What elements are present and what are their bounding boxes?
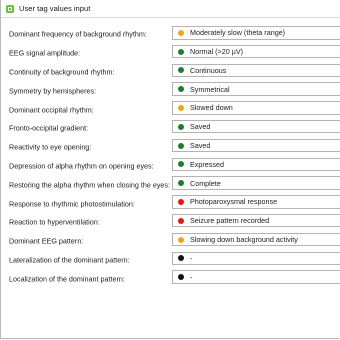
- field-label: Depression of alpha rhythm on opening ey…: [9, 161, 154, 171]
- app-icon: [6, 4, 14, 13]
- field-label: Reaction to hyperventilation:: [9, 217, 100, 227]
- status-dot-icon: [178, 274, 184, 281]
- status-dot-icon: [178, 104, 184, 111]
- value-selector[interactable]: Symmetrical: [172, 82, 340, 96]
- status-dot-icon: [178, 48, 184, 55]
- window-title: User tag values input: [19, 4, 91, 13]
- value-selector[interactable]: Continuous: [172, 63, 340, 78]
- field-label: Localization of the dominant pattern:: [9, 274, 125, 284]
- field-label: Symmetry by hemispheres:: [9, 86, 97, 96]
- status-dot-icon: [178, 217, 184, 224]
- field-label: Lateralization of the dominant pattern:: [9, 255, 130, 265]
- status-dot-icon: [178, 236, 184, 243]
- status-dot-icon: [178, 142, 184, 149]
- field-value: -: [190, 253, 193, 263]
- status-dot-icon: [178, 255, 184, 262]
- field-label: EEG signal amplitude:: [9, 48, 81, 58]
- field-value: Slowing down background activity: [190, 235, 298, 245]
- field-row: Continuity of background rhythm: Continuo…: [1, 63, 340, 82]
- status-dot-icon: [178, 67, 184, 74]
- field-value: Moderately slow (theta range): [190, 28, 286, 38]
- field-row: Restoring the alpha rhythm when closing …: [1, 175, 340, 194]
- status-dot-icon: [178, 29, 184, 36]
- field-row: Dominant occipital rhythm: Slowed down: [1, 100, 340, 119]
- field-label: Dominant occipital rhythm:: [9, 105, 94, 115]
- field-value: Complete: [190, 178, 221, 188]
- field-row: Symmetry by hemispheres: Symmetrical: [1, 81, 340, 100]
- field-label: Fronto-occipital gradient:: [9, 123, 89, 133]
- value-selector[interactable]: Expressed: [172, 157, 340, 172]
- field-value: Symmetrical: [190, 84, 230, 94]
- field-label: Continuity of background rhythm:: [9, 67, 115, 77]
- status-dot-icon: [178, 198, 184, 205]
- field-label: Reactivity to eye opening:: [9, 142, 92, 152]
- field-value: Seizure pattern recorded: [190, 216, 270, 226]
- field-label: Restoring the alpha rhythm when closing …: [9, 180, 171, 190]
- field-row: Localization of the dominant pattern: -: [1, 269, 340, 288]
- status-dot-icon: [178, 123, 184, 130]
- field-row: Fronto-occipital gradient: Saved: [1, 119, 340, 138]
- field-row: Response to rhythmic photostimulation: Ph…: [1, 194, 340, 213]
- value-selector[interactable]: Seizure pattern recorded: [172, 213, 340, 228]
- title-bar: User tag values input: [1, 0, 340, 18]
- value-selector[interactable]: Moderately slow (theta range): [172, 26, 340, 40]
- field-value: Normal (>20 µV): [190, 47, 244, 57]
- field-list: Dominant frequency of background rhythm:…: [1, 25, 340, 288]
- value-selector[interactable]: -: [172, 251, 340, 266]
- field-value: Saved: [190, 141, 211, 151]
- field-value: -: [190, 272, 193, 282]
- field-row: Dominant EEG pattern: Slowing down backgr…: [1, 232, 340, 251]
- field-label: Response to rhythmic photostimulation:: [9, 199, 135, 209]
- field-row: Reactivity to eye opening: Saved: [1, 138, 340, 157]
- field-row: Lateralization of the dominant pattern: -: [1, 251, 340, 270]
- field-row: Dominant frequency of background rhythm:…: [1, 25, 340, 44]
- field-value: Expressed: [190, 159, 224, 169]
- field-value: Continuous: [190, 65, 227, 75]
- status-dot-icon: [178, 161, 184, 168]
- field-value: Slowed down: [190, 103, 233, 113]
- dialog-window: User tag values input Dominant frequency…: [0, 0, 340, 339]
- field-value: Saved: [190, 122, 211, 132]
- field-row: Reaction to hyperventilation: Seizure pat…: [1, 213, 340, 232]
- value-selector[interactable]: Normal (>20 µV): [172, 44, 340, 59]
- status-dot-icon: [178, 86, 184, 93]
- value-selector[interactable]: Complete: [172, 176, 340, 190]
- value-selector[interactable]: Saved: [172, 138, 340, 153]
- value-selector[interactable]: Slowing down background activity: [172, 232, 340, 247]
- value-selector[interactable]: Saved: [172, 119, 340, 134]
- field-row: EEG signal amplitude: Normal (>20 µV): [1, 44, 340, 63]
- value-selector[interactable]: Slowed down: [172, 101, 340, 115]
- field-label: Dominant EEG pattern:: [9, 236, 84, 246]
- field-row: Depression of alpha rhythm on opening ey…: [1, 157, 340, 176]
- field-value: Photoparoxysmal response: [190, 197, 278, 207]
- value-selector[interactable]: -: [172, 270, 340, 284]
- value-selector[interactable]: Photoparoxysmal response: [172, 195, 340, 209]
- status-dot-icon: [178, 180, 184, 187]
- field-label: Dominant frequency of background rhythm:: [9, 29, 147, 39]
